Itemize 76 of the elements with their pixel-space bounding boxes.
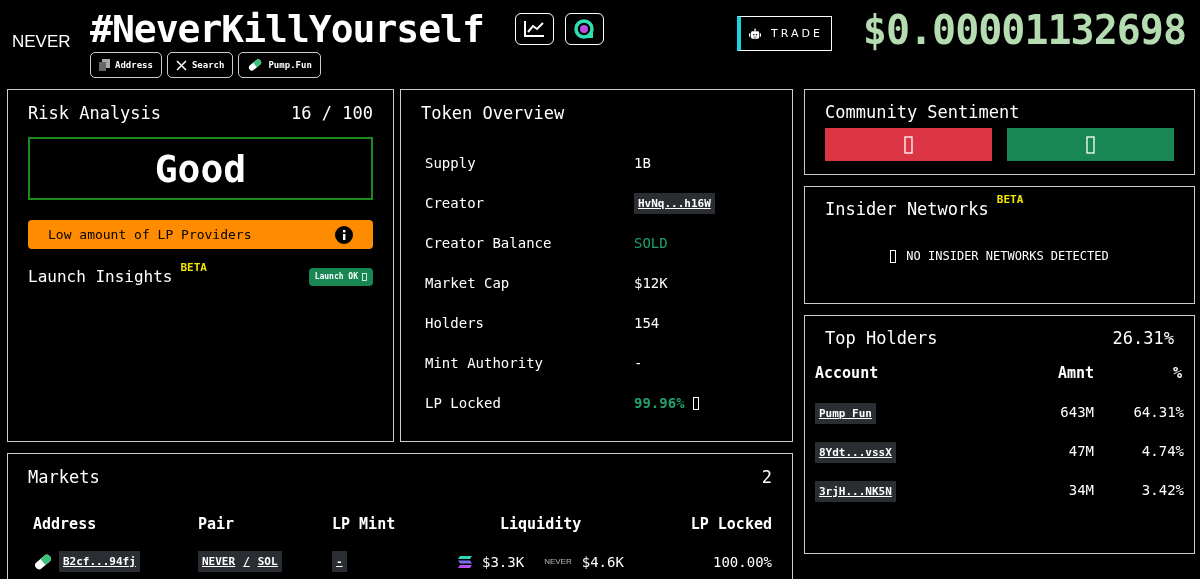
field-value: 1B — [634, 155, 651, 171]
market-address-link[interactable]: B2cf...94fj — [59, 551, 140, 572]
risk-score: 16 / 100 — [291, 103, 373, 123]
x-logo-icon — [175, 59, 187, 71]
token-mark: NEVER — [544, 557, 572, 566]
field-value: 154 — [634, 315, 660, 331]
field-label: LP Locked — [425, 395, 502, 411]
field-value: $12K — [634, 275, 668, 291]
panel-title: Top Holders — [825, 328, 938, 348]
empty-message: NO INSIDER NETWORKS DETECTED — [906, 249, 1109, 263]
holder-account-link[interactable]: Pump Fun — [815, 403, 876, 424]
panel-title: Token Overview — [421, 103, 565, 123]
info-icon — [335, 225, 353, 244]
token-symbol: NEVER — [12, 32, 72, 52]
field-label: Creator Balance — [425, 235, 553, 251]
field-label: Creator — [425, 195, 485, 211]
column-header: Liquidity — [499, 515, 583, 533]
glyph-box-icon — [1086, 135, 1095, 154]
creator-address-link[interactable]: HvNq...h16W — [634, 192, 715, 214]
pair-separator: / — [243, 555, 250, 568]
token-price: $0.00001132698 — [862, 8, 1186, 52]
field-label: Holders — [425, 315, 485, 331]
holder-account-link[interactable]: 3rjH...NK5N — [815, 481, 896, 502]
column-header: LP Locked — [689, 515, 772, 533]
link-button[interactable]: Address — [90, 52, 162, 78]
glyph-box-icon — [904, 135, 913, 154]
table-cell-text: 64.31% — [1132, 403, 1184, 420]
column-header: Address — [33, 515, 98, 533]
table-cell-text: 3.42% — [1140, 481, 1184, 498]
field-label: Mint Authority — [425, 355, 544, 371]
column-header: Pair — [198, 515, 236, 533]
warning-text: Low amount of LP Providers — [48, 227, 252, 242]
stacked-bars-icon — [458, 555, 472, 568]
table-cell-text: 47M — [1067, 442, 1094, 459]
risk-rating: Good — [28, 137, 373, 200]
token-title: #NeverKillYourself — [90, 8, 484, 50]
market-count: 2 — [761, 467, 772, 487]
logo-button[interactable] — [564, 13, 604, 45]
lp-mint-value: - — [332, 551, 347, 572]
glyph-box-icon — [890, 249, 897, 263]
trade-button[interactable]: TRADE — [736, 16, 832, 51]
copy-icon — [99, 59, 110, 71]
beta-label: BETA — [996, 193, 1024, 206]
liquidity-value: $3.3K — [482, 553, 525, 570]
holder-account-link[interactable]: 8Ydt...vssX — [815, 442, 896, 463]
chart-icon — [523, 20, 546, 38]
field-label: Market Cap — [425, 275, 511, 291]
table-cell-text: 643M — [1059, 403, 1094, 420]
panel-title: Community Sentiment — [825, 102, 1021, 122]
field-value: - — [634, 355, 643, 371]
beta-label: BETA — [180, 261, 207, 274]
panel-title: Insider Networks — [825, 199, 989, 219]
chart-button[interactable] — [514, 13, 554, 45]
panel-title: Risk Analysis — [28, 103, 162, 123]
column-header: % — [1171, 364, 1183, 382]
field-value: SOLD — [634, 235, 668, 251]
field-label: Supply — [425, 155, 477, 171]
token-link[interactable]: SOL — [257, 555, 278, 568]
field-value: 99.96% — [634, 395, 685, 411]
glyph-box-icon — [692, 396, 699, 410]
ring-logo-icon — [573, 18, 596, 40]
holders-total: 26.31% — [1112, 328, 1174, 348]
link-button[interactable]: Pump.Fun — [238, 52, 321, 78]
column-header: Account — [815, 364, 880, 382]
column-header: LP Mint — [332, 515, 397, 533]
glyph-box-icon — [362, 272, 367, 281]
section-title: Launch Insights — [28, 267, 173, 286]
link-button[interactable]: Search — [166, 52, 234, 78]
token-link[interactable]: NEVER — [202, 555, 236, 568]
table-cell: 100.00% — [713, 553, 772, 570]
column-header: Amnt — [1056, 364, 1094, 382]
table-cell-text: 34M — [1067, 481, 1094, 498]
table-cell-text: 4.74% — [1140, 442, 1184, 459]
launch-status-badge[interactable]: Launch OK — [308, 267, 373, 286]
liquidity-value: $4.6K — [581, 553, 624, 570]
panel-title: Markets — [28, 467, 100, 487]
